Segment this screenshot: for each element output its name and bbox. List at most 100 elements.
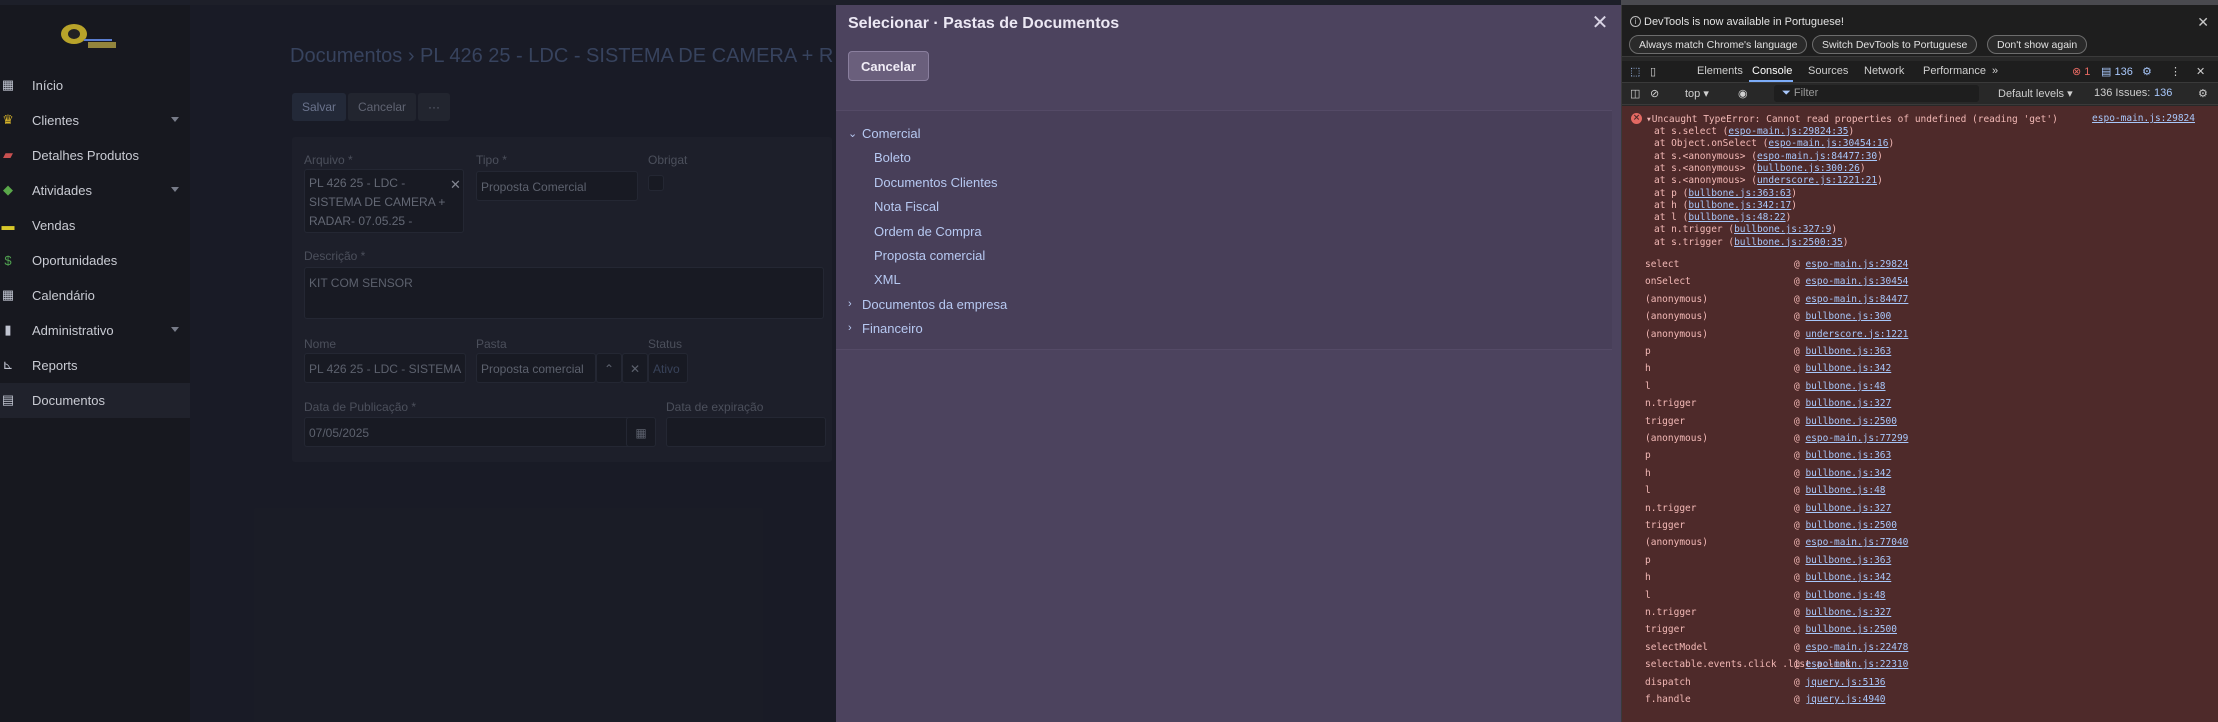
frame-source: @ bullbone.js:342: [1794, 572, 1891, 583]
frame-source-link[interactable]: bullbone.js:363: [1805, 450, 1891, 461]
caret-down-icon[interactable]: [171, 117, 179, 122]
close-icon[interactable]: ✕: [1591, 13, 1609, 33]
sidebar-item-detalhes-produtos[interactable]: ▰ Detalhes Produtos: [0, 138, 190, 173]
tree-item-documentos-clientes[interactable]: Documentos Clientes: [874, 172, 998, 192]
modal-cancel-button[interactable]: Cancelar: [848, 51, 929, 81]
issues-count[interactable]: 136: [2154, 87, 2172, 99]
error-icon: ×: [1631, 113, 1642, 124]
frame-source-link[interactable]: espo-main.js:22310: [1805, 659, 1908, 670]
frame-source: @ espo-main.js:29824: [1794, 259, 1908, 270]
frame-source-link[interactable]: bullbone.js:363: [1805, 346, 1891, 357]
frame-source-link[interactable]: espo-main.js:77299: [1805, 433, 1908, 444]
tree-item-nota-fiscal[interactable]: Nota Fiscal: [874, 196, 939, 216]
sidebar-item-vendas[interactable]: ▬ Vendas: [0, 208, 190, 243]
tab-performance[interactable]: Performance: [1923, 65, 1986, 77]
tree-label: Comercial: [862, 125, 921, 141]
console-settings-icon[interactable]: ⚙: [2198, 87, 2208, 100]
admin-icon: ▮: [4, 322, 12, 337]
stack-link[interactable]: underscore.js:1221:21: [1757, 175, 1877, 186]
more-tabs-button[interactable]: »: [1992, 65, 1998, 77]
close-devtools-icon[interactable]: ✕: [2196, 65, 2205, 78]
tab-console[interactable]: Console: [1752, 65, 1792, 77]
tree-item-proposta-comercial[interactable]: Proposta comercial: [874, 245, 985, 265]
clear-console-icon[interactable]: ⊘: [1650, 87, 1659, 100]
frame-source-link[interactable]: espo-main.js:84477: [1805, 294, 1908, 305]
frame-source-link[interactable]: espo-main.js:29824: [1805, 259, 1908, 270]
frame-function: (anonymous): [1645, 293, 1708, 305]
match-language-button[interactable]: Always match Chrome's language: [1629, 35, 1808, 54]
inspect-icon[interactable]: ⬚: [1630, 65, 1640, 78]
eye-icon[interactable]: ◉: [1738, 87, 1748, 100]
frame-source-link[interactable]: bullbone.js:48: [1805, 381, 1885, 392]
frame-source-link[interactable]: bullbone.js:2500: [1805, 520, 1897, 531]
frame-source-link[interactable]: bullbone.js:48: [1805, 590, 1885, 601]
frame-source-link[interactable]: bullbone.js:363: [1805, 555, 1891, 566]
settings-icon[interactable]: ⚙: [2142, 65, 2152, 78]
sidebar-item-atividades[interactable]: ◆ Atividades: [0, 173, 190, 208]
tree-item-ordem-de-compra[interactable]: Ordem de Compra: [874, 221, 982, 241]
frame-source-link[interactable]: bullbone.js:327: [1805, 607, 1891, 618]
frame-source-link[interactable]: espo-main.js:22478: [1805, 642, 1908, 653]
frame-source-link[interactable]: underscore.js:1221: [1805, 329, 1908, 340]
tree-item-boleto[interactable]: Boleto: [874, 147, 911, 167]
sidebar-toggle-icon[interactable]: ◫: [1630, 87, 1640, 100]
caret-down-icon[interactable]: [171, 327, 179, 332]
stack-link[interactable]: bullbone.js:342:17: [1688, 200, 1791, 211]
stack-link[interactable]: espo-main.js:30454:16: [1768, 138, 1888, 149]
stack-link[interactable]: bullbone.js:2500:35: [1734, 237, 1843, 248]
tab-sources[interactable]: Sources: [1808, 65, 1848, 77]
frame-source-link[interactable]: bullbone.js:2500: [1805, 624, 1897, 635]
sidebar-item-calend-rio[interactable]: ▦ Calendário: [0, 278, 190, 313]
error-count-badge[interactable]: ⊗ 1: [2072, 65, 2090, 78]
console-filter-input[interactable]: ⏷ Filter: [1774, 85, 1979, 102]
message-count: 136: [2114, 66, 2133, 78]
stack-link[interactable]: bullbone.js:48:22: [1688, 212, 1785, 223]
device-toolbar-icon[interactable]: ▯: [1650, 65, 1656, 78]
tree-item-documentos-da-empresa[interactable]: › Documentos da empresa: [848, 294, 1007, 314]
sidebar-item-administrativo[interactable]: ▮ Administrativo: [0, 313, 190, 348]
frame-function: l: [1645, 589, 1651, 601]
close-icon[interactable]: ✕: [2197, 14, 2209, 31]
tree-item-financeiro[interactable]: › Financeiro: [848, 318, 923, 338]
stack-link[interactable]: espo-main.js:84477:30: [1757, 151, 1877, 162]
frame-source-link[interactable]: espo-main.js:77040: [1805, 537, 1908, 548]
tab-elements[interactable]: Elements: [1697, 65, 1743, 77]
sidebar-item-clientes[interactable]: ♛ Clientes: [0, 103, 190, 138]
dont-show-again-button[interactable]: Don't show again: [1987, 35, 2088, 54]
tree-item-xml[interactable]: XML: [874, 269, 901, 289]
stack-text: at s.<anonymous> (: [1654, 175, 1757, 187]
frame-source-link[interactable]: bullbone.js:327: [1805, 503, 1891, 514]
frame-source-link[interactable]: espo-main.js:30454: [1805, 276, 1908, 287]
stack-link[interactable]: espo-main.js:29824:35: [1728, 126, 1848, 137]
frame-source-link[interactable]: bullbone.js:342: [1805, 468, 1891, 479]
error-message[interactable]: ▾Uncaught TypeError: Cannot read propert…: [1646, 114, 2058, 125]
kebab-menu-icon[interactable]: ⋮: [2170, 65, 2181, 78]
frame-source: @ jquery.js:5136: [1794, 677, 1886, 688]
frame-source-link[interactable]: bullbone.js:327: [1805, 398, 1891, 409]
switch-language-button[interactable]: Switch DevTools to Portuguese: [1812, 35, 1978, 54]
frame-source-link[interactable]: bullbone.js:342: [1805, 363, 1891, 374]
sidebar-item-reports[interactable]: ⊾ Reports: [0, 348, 190, 383]
sidebar-item-in-cio[interactable]: ▦ Início: [0, 68, 190, 103]
frame-source-link[interactable]: bullbone.js:2500: [1805, 416, 1897, 427]
context-select[interactable]: top ▾: [1685, 87, 1709, 100]
caret-down-icon[interactable]: [171, 187, 179, 192]
stack-link[interactable]: bullbone.js:327:9: [1734, 224, 1831, 235]
frame-source-link[interactable]: jquery.js:4940: [1805, 694, 1885, 705]
issues-label[interactable]: 136 Issues:: [2094, 87, 2150, 99]
stack-link[interactable]: bullbone.js:300:26: [1757, 163, 1860, 174]
error-source-link[interactable]: espo-main.js:29824: [2092, 113, 2195, 124]
sidebar-item-oportunidades[interactable]: $ Oportunidades: [0, 243, 190, 278]
log-levels-select[interactable]: Default levels ▾: [1998, 87, 2073, 100]
frame-source-link[interactable]: bullbone.js:300: [1805, 311, 1891, 322]
company-logo[interactable]: [52, 18, 130, 56]
frame-source-link[interactable]: jquery.js:5136: [1805, 677, 1885, 688]
message-count-badge[interactable]: ▤ 136: [2101, 65, 2133, 78]
sidebar-item-documentos[interactable]: ▤ Documentos: [0, 383, 190, 418]
tab-network[interactable]: Network: [1864, 65, 1904, 77]
frame-source-link[interactable]: bullbone.js:48: [1805, 485, 1885, 496]
tree-item-comercial[interactable]: ⌄ Comercial: [848, 123, 921, 143]
at-symbol: @: [1794, 694, 1806, 705]
frame-source-link[interactable]: bullbone.js:342: [1805, 572, 1891, 583]
stack-link[interactable]: bullbone.js:363:63: [1688, 188, 1791, 199]
